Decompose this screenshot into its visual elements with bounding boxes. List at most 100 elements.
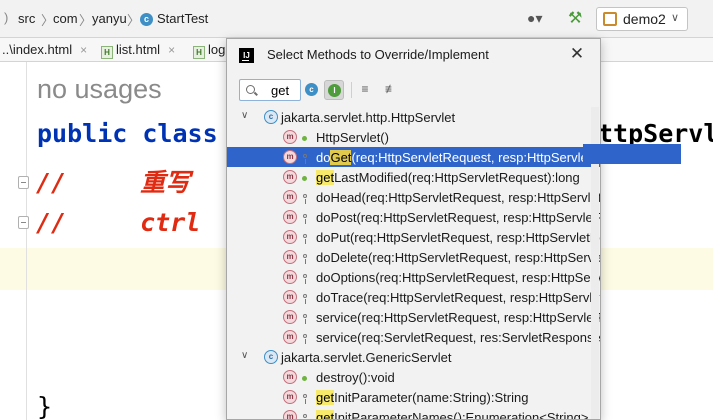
dialog-title: Select Methods to Override/Implement <box>267 47 489 62</box>
method-icon: m <box>283 190 297 204</box>
close-icon[interactable]: × <box>80 43 87 57</box>
protected-visibility-icon <box>300 331 310 344</box>
method-row[interactable]: m doPost(req:HttpServletRequest, resp:Htt… <box>227 207 600 227</box>
method-signature: doDelete(req:HttpServletRequest, resp:Ht… <box>316 250 601 265</box>
method-icon: m <box>283 270 297 284</box>
breadcrumb-com[interactable]: com <box>53 11 78 26</box>
run-configuration-select[interactable]: demo2 ∨ <box>596 7 688 31</box>
search-input[interactable]: get <box>239 79 301 101</box>
user-account-icon[interactable]: ●▾ <box>527 10 553 28</box>
chevron-down-icon: ∨ <box>671 12 680 24</box>
collapse-all-icon[interactable]: ≢ <box>382 80 400 98</box>
method-icon: m <box>283 390 297 404</box>
method-row[interactable]: m doHead(req:HttpServletRequest, resp:Htt… <box>227 187 600 207</box>
class-declaration-keywords: public class <box>37 119 218 148</box>
search-match-highlight: get <box>316 170 335 185</box>
editor-gutter <box>26 62 27 420</box>
run-config-icon <box>603 12 617 26</box>
comment-text: ctrl <box>140 208 201 237</box>
tab-list-html[interactable]: Hlist.html × <box>101 42 175 59</box>
protected-visibility-icon <box>300 411 310 419</box>
method-icon: m <box>283 330 297 344</box>
toolbar-divider <box>351 82 352 98</box>
fold-marker[interactable] <box>18 216 29 229</box>
method-row[interactable]: m service(req:ServletRequest, res:Servlet… <box>227 327 600 347</box>
protected-visibility-icon <box>300 291 310 304</box>
close-icon[interactable]: ✕ <box>567 44 587 64</box>
show-interfaces-button[interactable]: I <box>324 80 344 100</box>
comment-slashes: // <box>36 208 67 237</box>
method-row[interactable]: m getLastModified(req:HttpServletRequest)… <box>227 167 600 187</box>
html-file-icon: H <box>101 46 113 59</box>
selected-row-overflow <box>583 144 681 164</box>
protected-visibility-icon <box>300 211 310 224</box>
breadcrumb-yanyu[interactable]: yanyu <box>92 11 127 26</box>
protected-visibility-icon <box>300 191 310 204</box>
method-row[interactable]: m HttpServlet() <box>227 127 600 147</box>
class-icon: c <box>264 110 278 124</box>
breadcrumb-separator: 〉 <box>127 13 141 28</box>
method-signature: HttpServlet() <box>316 130 389 145</box>
build-hammer-icon[interactable]: ⚒ <box>568 8 588 28</box>
signature-rest: doOptions(req:HttpServletRequest, resp:H… <box>316 270 600 285</box>
chevron-down-icon[interactable]: ∨ <box>241 110 248 121</box>
run-config-label: demo2 <box>623 11 666 27</box>
breadcrumb-starttest-label: StartTest <box>157 11 209 26</box>
breadcrumb-starttest[interactable]: c StartTest <box>140 11 208 26</box>
method-signature: doTrace(req:HttpServletRequest, resp:Htt… <box>316 290 600 305</box>
method-row[interactable]: m doOptions(req:HttpServletRequest, resp:… <box>227 267 600 287</box>
method-row[interactable]: m getInitParameterNames():Enumeration<Str… <box>227 407 600 420</box>
breadcrumb-src[interactable]: src <box>18 11 35 26</box>
usages-inlay-hint[interactable]: no usages <box>37 74 162 105</box>
method-icon: m <box>283 170 297 184</box>
class-icon: c <box>305 83 318 96</box>
protected-visibility-icon <box>300 271 310 284</box>
sort-alphabetically-button[interactable]: c <box>302 80 322 100</box>
comment-line-1: // 重写 <box>36 163 190 199</box>
method-signature: destroy():void <box>316 370 395 385</box>
method-signature: doPost(req:HttpServletRequest, resp:Http… <box>316 210 600 225</box>
method-signature: doPut(req:HttpServletRequest, resp:HttpS… <box>316 230 600 245</box>
method-signature: service(req:HttpServletRequest, resp:Htt… <box>316 310 600 325</box>
fold-marker[interactable] <box>18 176 29 189</box>
method-row-selected[interactable]: m doGet(req:HttpServletRequest, resp:Http… <box>227 147 600 167</box>
method-row[interactable]: m doTrace(req:HttpServletRequest, resp:Ht… <box>227 287 600 307</box>
search-match-highlight: get <box>316 390 335 405</box>
methods-tree[interactable]: ∨ c jakarta.servlet.http.HttpServlet m HttpS… <box>227 107 600 420</box>
method-signature: getInitParameter(name:String):String <box>316 390 528 405</box>
dialog-toolbar: get c I ≡ ≢ <box>227 71 600 105</box>
signature-rest: InitParameterNames():Enumeration<String> <box>334 410 589 420</box>
override-methods-dialog: IJ Select Methods to Override/Implement … <box>226 38 601 420</box>
tab-index-html[interactable]: ..\index.html × <box>2 42 87 57</box>
tree-group-row[interactable]: ∨ c jakarta.servlet.http.HttpServlet <box>227 107 600 127</box>
chevron-down-icon[interactable]: ∨ <box>241 350 248 361</box>
method-signature: doOptions(req:HttpServletRequest, resp:H… <box>316 270 600 285</box>
tab-log[interactable]: Hlog <box>193 42 225 59</box>
method-row[interactable]: m doPut(req:HttpServletRequest, resp:Http… <box>227 227 600 247</box>
dialog-title-bar[interactable]: IJ Select Methods to Override/Implement … <box>227 39 600 71</box>
signature-rest: doDelete(req:HttpServletRequest, resp:Ht… <box>316 250 601 265</box>
tab-index-html-label: ..\index.html <box>2 42 73 57</box>
close-icon[interactable]: × <box>168 43 175 57</box>
method-row[interactable]: m doDelete(req:HttpServletRequest, resp:H… <box>227 247 600 267</box>
signature-rest: HttpServlet() <box>316 130 389 145</box>
method-row[interactable]: m getInitParameter(name:String):String <box>227 387 600 407</box>
method-icon: m <box>283 290 297 304</box>
protected-visibility-icon <box>300 151 310 164</box>
breadcrumb-separator: 〉 <box>79 13 93 28</box>
tab-log-label: log <box>208 42 226 57</box>
html-file-icon: H <box>193 46 205 59</box>
expand-all-icon[interactable]: ≡ <box>356 80 374 98</box>
comment-text: 重写 <box>140 168 191 197</box>
closing-brace: } <box>37 392 53 420</box>
signature-rest: destroy():void <box>316 370 395 385</box>
method-row[interactable]: m service(req:HttpServletRequest, resp:Ht… <box>227 307 600 327</box>
tree-group-row[interactable]: ∨ c jakarta.servlet.GenericServlet <box>227 347 600 367</box>
method-row[interactable]: m destroy():void <box>227 367 600 387</box>
method-icon: m <box>283 150 297 164</box>
protected-visibility-icon <box>300 251 310 264</box>
signature-prefix: do <box>316 150 331 165</box>
method-signature: getInitParameterNames():Enumeration<Stri… <box>316 410 589 420</box>
signature-rest: service(req:ServletRequest, res:ServletR… <box>316 330 601 345</box>
group-label: jakarta.servlet.GenericServlet <box>281 350 452 365</box>
